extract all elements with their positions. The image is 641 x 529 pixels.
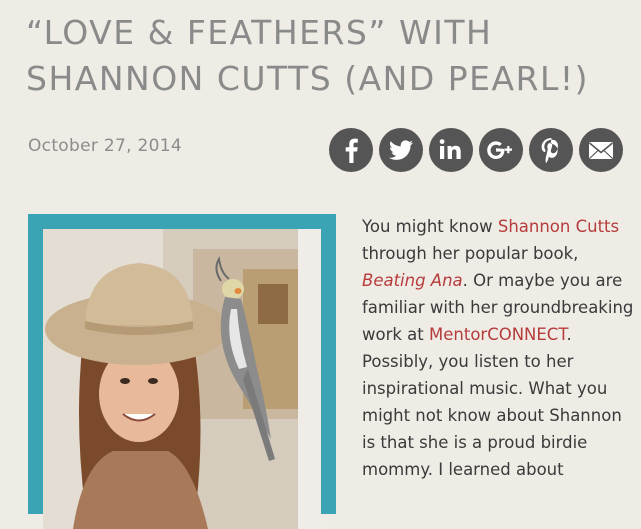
pinterest-share-button[interactable] [529,128,573,172]
author-photo [43,229,321,529]
email-share-button[interactable] [579,128,623,172]
twitter-icon [389,140,413,160]
twitter-share-button[interactable] [379,128,423,172]
google-plus-share-button[interactable] [479,128,523,172]
facebook-share-button[interactable] [329,128,373,172]
facebook-icon [345,138,358,163]
shannon-cutts-link[interactable]: Shannon Cutts [498,217,619,236]
article-body: You might know Shannon Cutts through her… [362,213,634,483]
linkedin-icon [439,139,461,159]
photo-woman-with-cockatiel [43,229,321,529]
email-icon [588,142,614,159]
article-text: You might know [362,217,498,236]
photo-frame [28,214,336,529]
share-buttons [329,128,623,172]
post-title: “Love & Feathers” with Shannon Cutts (an… [26,13,590,98]
pinterest-icon [541,138,558,164]
mentorconnect-link[interactable]: MentorCONNECT [429,325,566,344]
article-text: . Possibly, you listen to her inspiratio… [362,325,622,479]
google-plus-icon [487,141,512,159]
beating-ana-link[interactable]: Beating Ana [362,271,463,290]
article-text: through her popular book, [362,244,579,263]
post-date: October 27, 2014 [28,136,182,156]
linkedin-share-button[interactable] [429,128,473,172]
